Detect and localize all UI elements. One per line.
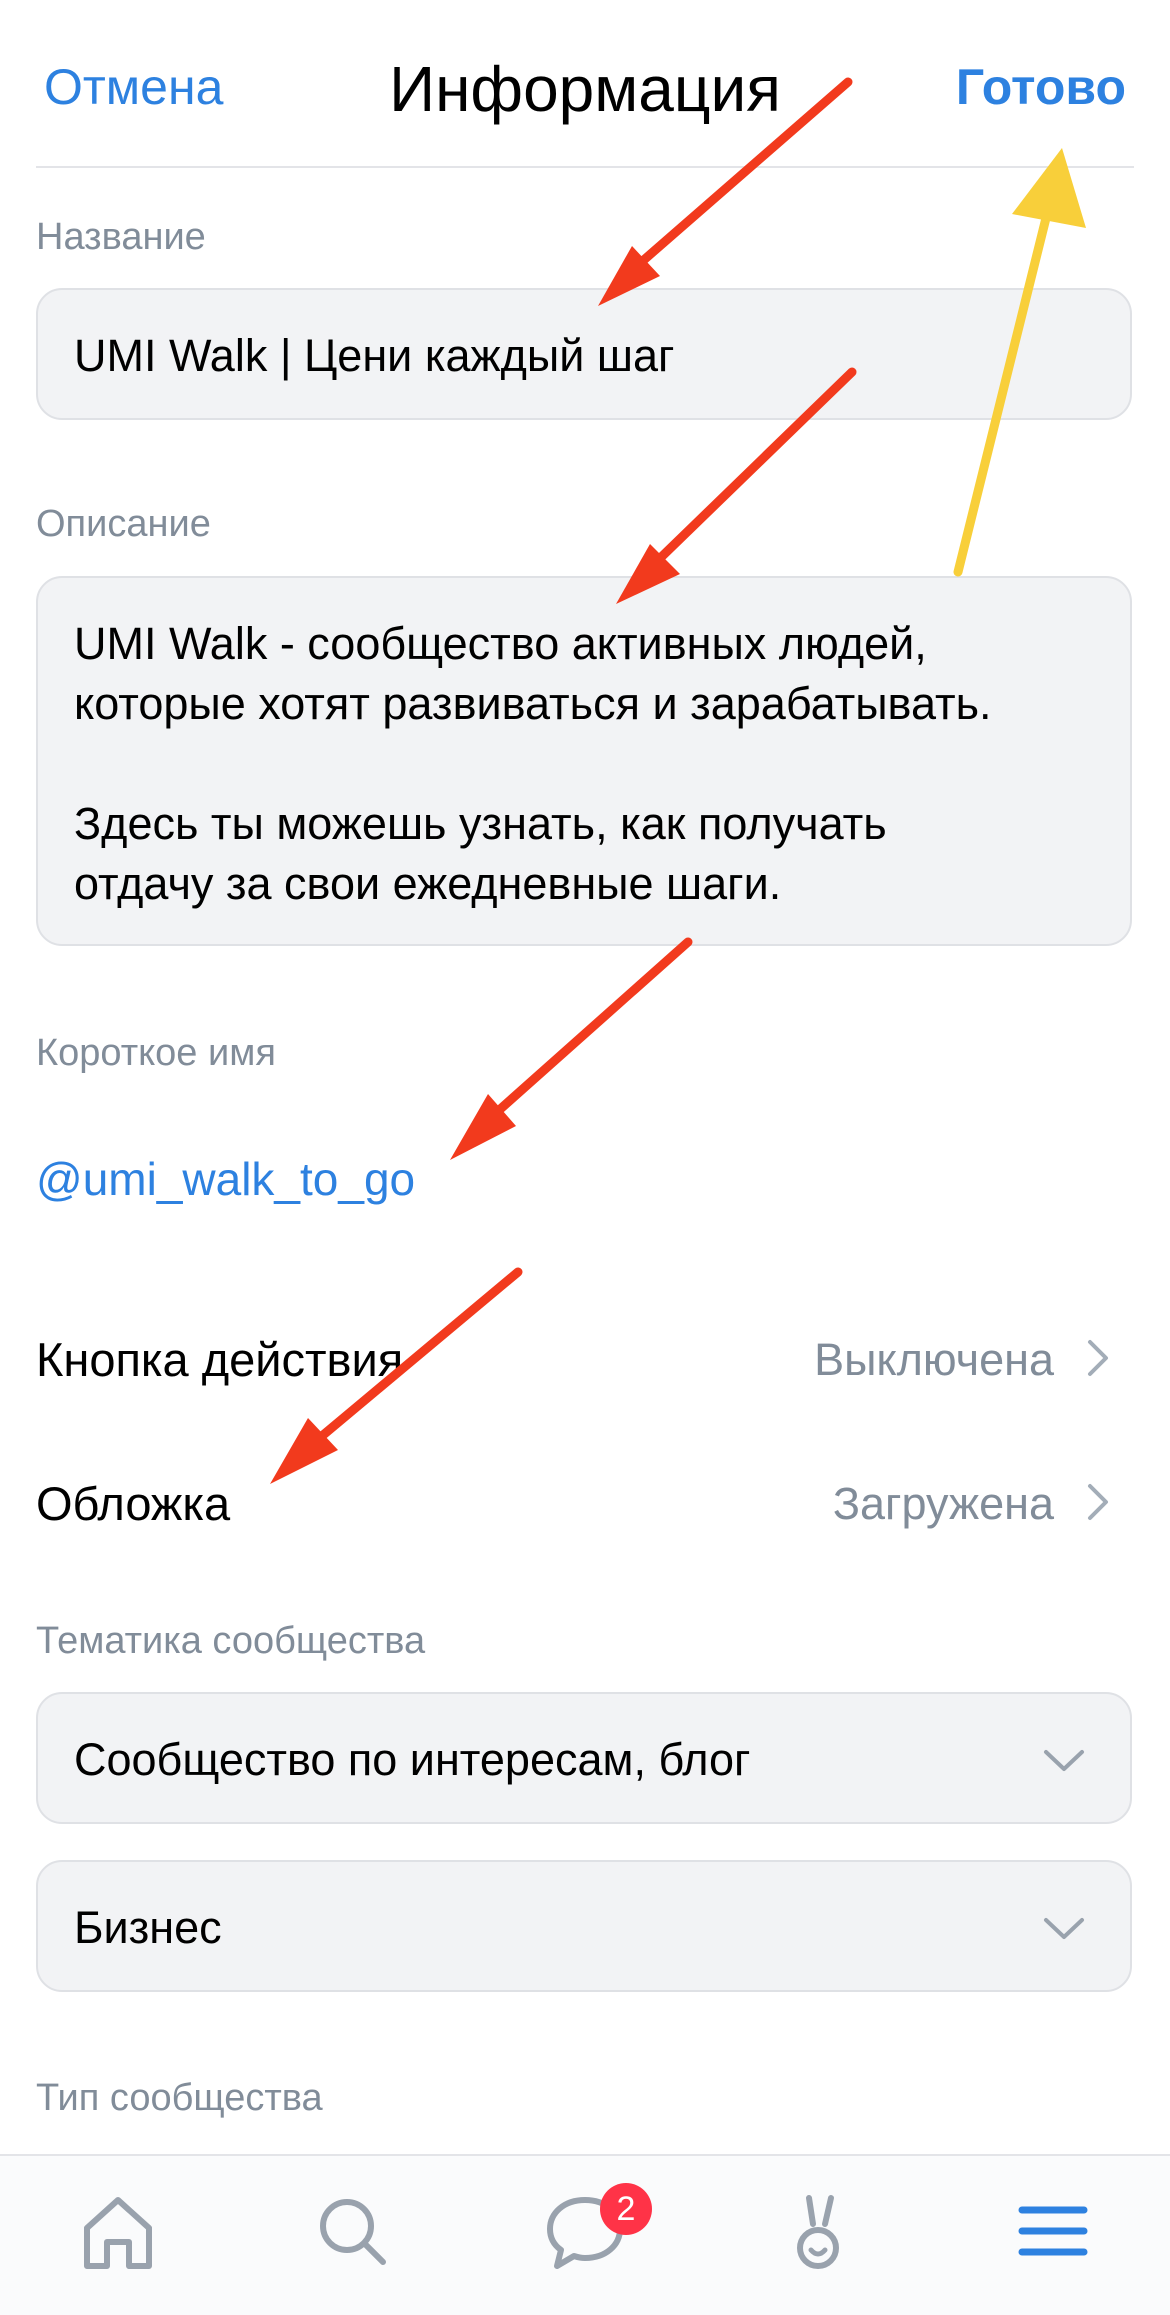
topic-secondary-value: Бизнес [74,1902,222,1953]
topic-primary-select[interactable]: Сообщество по интересам, блог [36,1692,1132,1824]
short-name-label: Короткое имя [36,1032,276,1074]
chevron-right-icon [1088,1484,1108,1520]
topic-secondary-select[interactable]: Бизнес [36,1860,1132,1992]
menu-icon[interactable] [1008,2186,1098,2276]
done-button[interactable]: Готово [956,58,1126,116]
name-field-value: UMI Walk | Цени каждый шаг [74,330,675,381]
chevron-down-icon [1044,1750,1084,1771]
description-label: Описание [36,503,211,545]
tab-bar [0,2154,1170,2315]
topic-label: Тематика сообщества [36,1620,426,1662]
description-line: которые хотят развиваться и зарабатывать… [74,678,992,729]
name-field[interactable]: UMI Walk | Цени каждый шаг [36,288,1132,420]
cover-row-value: Загружена [832,1478,1054,1529]
search-icon[interactable] [307,2186,397,2276]
name-label: Название [36,216,206,258]
home-icon[interactable] [73,2186,163,2276]
action-button-row-label: Кнопка действия [36,1333,404,1386]
community-type-label: Тип сообщества [36,2077,323,2119]
description-paragraph-gap [74,734,1100,794]
messages-badge: 2 [600,2183,652,2235]
topic-primary-value: Сообщество по интересам, блог [74,1734,751,1785]
chevron-down-icon [1044,1918,1084,1939]
short-name-link[interactable]: @umi_walk_to_go [36,1152,415,1206]
description-line: отдачу за свои ежедневные шаги. [74,858,782,909]
description-line: UMI Walk - сообщество активных людей, [74,618,927,669]
header-divider [36,166,1134,168]
chevron-right-icon [1088,1340,1108,1376]
description-field[interactable]: UMI Walk - сообщество активных людей, ко… [36,576,1132,946]
action-button-row[interactable]: Кнопка действия Выключена [0,1296,1170,1416]
cover-row-label: Обложка [36,1477,231,1530]
description-line: Здесь ты можешь узнать, как получать [74,798,887,849]
cover-row[interactable]: Обложка Загружена [0,1440,1170,1560]
clips-icon[interactable] [773,2186,863,2276]
action-button-row-value: Выключена [814,1334,1054,1385]
red-arrow [450,937,693,1160]
description-field-value: UMI Walk - сообщество активных людей, ко… [74,614,1100,914]
